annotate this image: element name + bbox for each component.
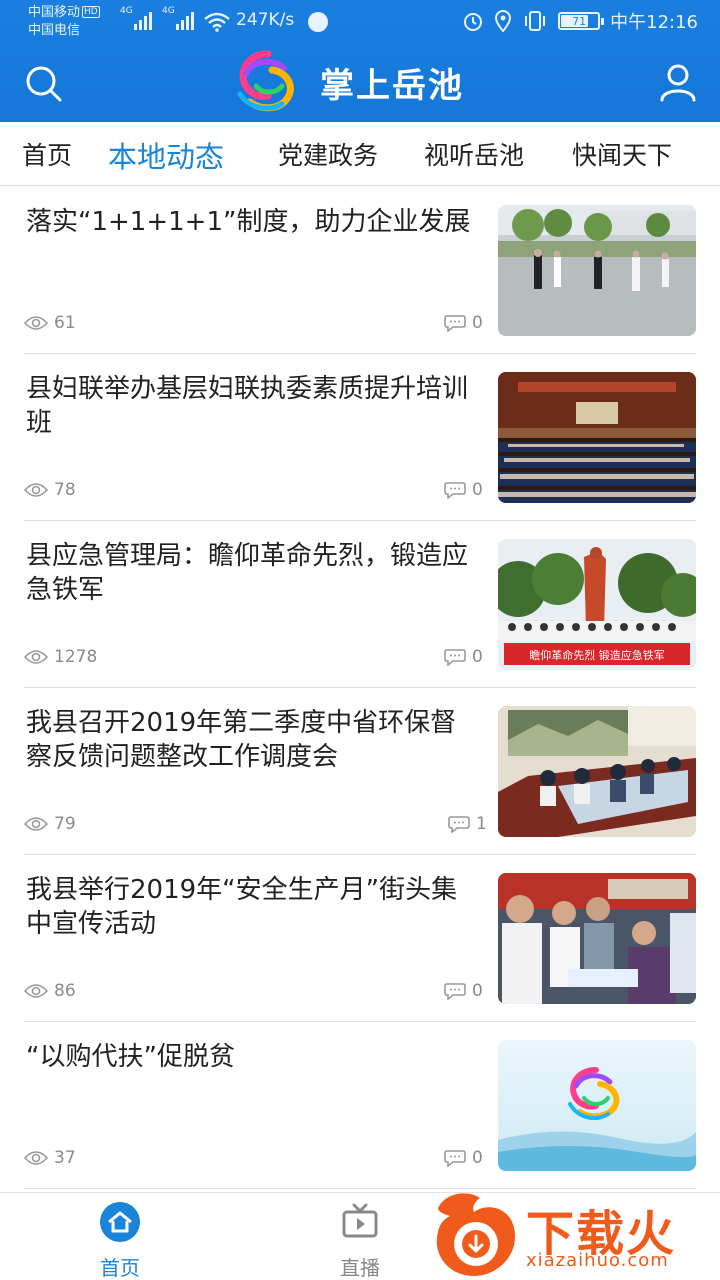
alarm-icon — [464, 13, 483, 31]
battery-level: 71 — [572, 14, 587, 28]
tab-home[interactable]: 首页 — [22, 136, 72, 172]
user-icon[interactable] — [658, 62, 698, 102]
wifi-icon — [204, 12, 230, 32]
notification-icon — [308, 12, 328, 32]
article-thumbnail[interactable] — [498, 372, 696, 503]
comment-icon — [444, 482, 466, 499]
tab-local-news[interactable]: 本地动态 — [108, 134, 224, 176]
comment-count: 0 — [444, 647, 483, 667]
battery-icon: 71 — [558, 12, 605, 30]
article-title[interactable]: 县妇联举办基层妇联执委素质提升培训班 — [26, 372, 476, 440]
comment-count: 1 — [448, 814, 487, 834]
list-item[interactable]: 落实“1+1+1+1”制度，助力企业发展 61 0 — [24, 187, 696, 354]
home-icon — [100, 1202, 140, 1242]
watermark: 下载火 xiazaihuo.com — [428, 1188, 720, 1280]
eye-icon — [24, 817, 48, 831]
comments-value: 0 — [472, 480, 483, 500]
tab-party-affairs[interactable]: 党建政务 — [278, 136, 378, 172]
article-title[interactable]: “以购代扶”促脱贫 — [26, 1040, 476, 1074]
nav-home-label: 首页 — [100, 1256, 140, 1280]
eye-icon — [24, 650, 48, 664]
views-value: 86 — [54, 981, 76, 1001]
category-tabs: 首页 本地动态 党建政务 视听岳池 快闻天下 — [0, 122, 720, 186]
article-title[interactable]: 落实“1+1+1+1”制度，助力企业发展 — [26, 205, 476, 239]
comment-icon — [444, 1150, 466, 1167]
comments-value: 0 — [472, 313, 483, 333]
banner-text: 瞻仰革命先烈 锻造应急铁军 — [529, 648, 665, 662]
nav-live[interactable]: 直播 — [320, 1201, 400, 1280]
carrier-1: 中国移动 — [28, 5, 81, 20]
vibrate-icon — [525, 11, 546, 31]
view-count: 1278 — [24, 647, 97, 667]
view-count: 37 — [24, 1148, 76, 1168]
eye-icon — [24, 1151, 48, 1165]
view-count: 78 — [24, 480, 76, 500]
article-thumbnail[interactable] — [498, 1040, 696, 1171]
comments-value: 1 — [476, 814, 487, 834]
comment-count: 0 — [444, 480, 483, 500]
list-item[interactable]: 县妇联举办基层妇联执委素质提升培训班 78 0 — [24, 354, 696, 521]
list-item[interactable]: 我县举行2019年“安全生产月”街头集中宣传活动 86 0 — [24, 855, 696, 1022]
article-thumbnail[interactable] — [498, 205, 696, 336]
clock: 中午12:16 — [610, 12, 698, 33]
location-icon — [495, 10, 512, 32]
comment-count: 0 — [444, 313, 483, 333]
eye-icon — [24, 316, 48, 330]
view-count: 86 — [24, 981, 76, 1001]
signal-icon: 4G — [120, 6, 152, 30]
article-title[interactable]: 县应急管理局：瞻仰革命先烈，锻造应急铁军 — [26, 539, 476, 607]
view-count: 79 — [24, 814, 76, 834]
list-item[interactable]: 我县召开2019年第二季度中省环保督察反馈问题整改工作调度会 79 1 — [24, 688, 696, 855]
list-item[interactable]: 县应急管理局：瞻仰革命先烈，锻造应急铁军 1278 0 瞻仰革命先烈 锻造应急铁… — [24, 521, 696, 688]
list-item[interactable]: “以购代扶”促脱贫 37 0 — [24, 1022, 696, 1189]
comment-icon — [444, 983, 466, 1000]
article-thumbnail[interactable] — [498, 706, 696, 837]
tv-icon — [342, 1203, 378, 1238]
views-value: 79 — [54, 814, 76, 834]
article-title[interactable]: 我县召开2019年第二季度中省环保督察反馈问题整改工作调度会 — [26, 706, 476, 774]
status-right: 71 中午12:16 — [462, 8, 698, 34]
watermark-url: xiazaihuo.com — [526, 1250, 669, 1271]
app-logo-icon — [237, 50, 294, 112]
search-icon[interactable] — [24, 64, 64, 104]
views-value: 61 — [54, 313, 76, 333]
comments-value: 0 — [472, 1148, 483, 1168]
comment-count: 0 — [444, 1148, 483, 1168]
eye-icon — [24, 984, 48, 998]
comments-value: 0 — [472, 647, 483, 667]
eye-icon — [24, 483, 48, 497]
network-type-2: 4G — [162, 6, 175, 16]
brand: 掌上岳池 — [232, 50, 464, 114]
article-title[interactable]: 我县举行2019年“安全生产月”街头集中宣传活动 — [26, 873, 476, 941]
views-value: 1278 — [54, 647, 98, 667]
carrier-2: 中国电信 — [28, 23, 81, 38]
network-type-1: 4G — [120, 6, 133, 16]
comment-count: 0 — [444, 981, 483, 1001]
status-bar: 中国移动 HD 中国电信 4G 4G 247K/s 71 中午12:16 — [0, 0, 720, 44]
comment-icon — [448, 816, 470, 833]
network-speed: 247K/s — [236, 10, 295, 30]
flame-logo-icon — [436, 1193, 515, 1276]
hd-badge: HD — [82, 6, 100, 18]
tab-world-news[interactable]: 快闻天下 — [572, 136, 672, 172]
comments-value: 0 — [472, 981, 483, 1001]
view-count: 61 — [24, 313, 76, 333]
views-value: 78 — [54, 480, 76, 500]
signal-icon: 4G — [162, 6, 194, 30]
article-thumbnail[interactable] — [498, 873, 696, 1004]
tab-audio-video[interactable]: 视听岳池 — [424, 136, 524, 172]
comment-icon — [444, 649, 466, 666]
views-value: 37 — [54, 1148, 76, 1168]
nav-home[interactable]: 首页 — [80, 1201, 160, 1280]
article-thumbnail[interactable]: 瞻仰革命先烈 锻造应急铁军 — [498, 539, 696, 670]
comment-icon — [444, 315, 466, 332]
carrier-info: 中国移动 HD 中国电信 — [28, 4, 100, 40]
app-title: 掌上岳池 — [320, 65, 464, 106]
nav-live-label: 直播 — [340, 1256, 380, 1280]
app-header: 中国移动 HD 中国电信 4G 4G 247K/s 71 中午12:16 掌上岳… — [0, 0, 720, 122]
